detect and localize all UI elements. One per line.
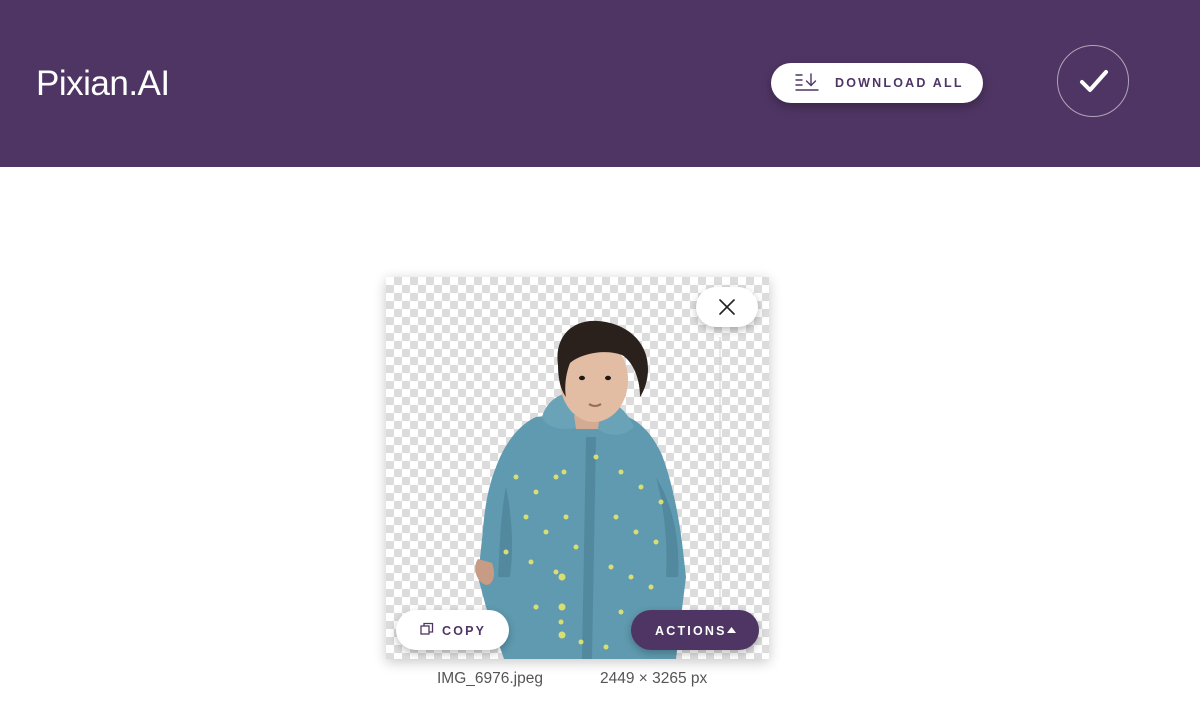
- image-card: COPY ACTIONS: [386, 277, 769, 659]
- remove-image-button[interactable]: [696, 287, 758, 327]
- close-icon: [719, 299, 735, 315]
- download-all-icon: [795, 73, 819, 93]
- done-button[interactable]: [1057, 45, 1129, 117]
- checkmark-icon: [1080, 70, 1108, 92]
- copy-label: COPY: [442, 624, 487, 638]
- download-all-button[interactable]: DOWNLOAD ALL: [771, 63, 983, 103]
- actions-menu-button[interactable]: ACTIONS: [631, 610, 759, 650]
- copy-button[interactable]: COPY: [396, 610, 509, 650]
- copy-icon: [420, 622, 434, 635]
- image-dimensions: 2449 × 3265 px: [600, 670, 708, 687]
- caret-up-icon: [727, 627, 736, 633]
- actions-label: ACTIONS: [655, 624, 727, 638]
- image-filename: IMG_6976.jpeg: [437, 670, 543, 687]
- app-header: Pixian.AI DOWNLOAD ALL: [0, 0, 1200, 167]
- download-all-label: DOWNLOAD ALL: [835, 76, 964, 90]
- cutout-image: [475, 320, 721, 659]
- app-logo-text[interactable]: Pixian.AI: [36, 64, 170, 104]
